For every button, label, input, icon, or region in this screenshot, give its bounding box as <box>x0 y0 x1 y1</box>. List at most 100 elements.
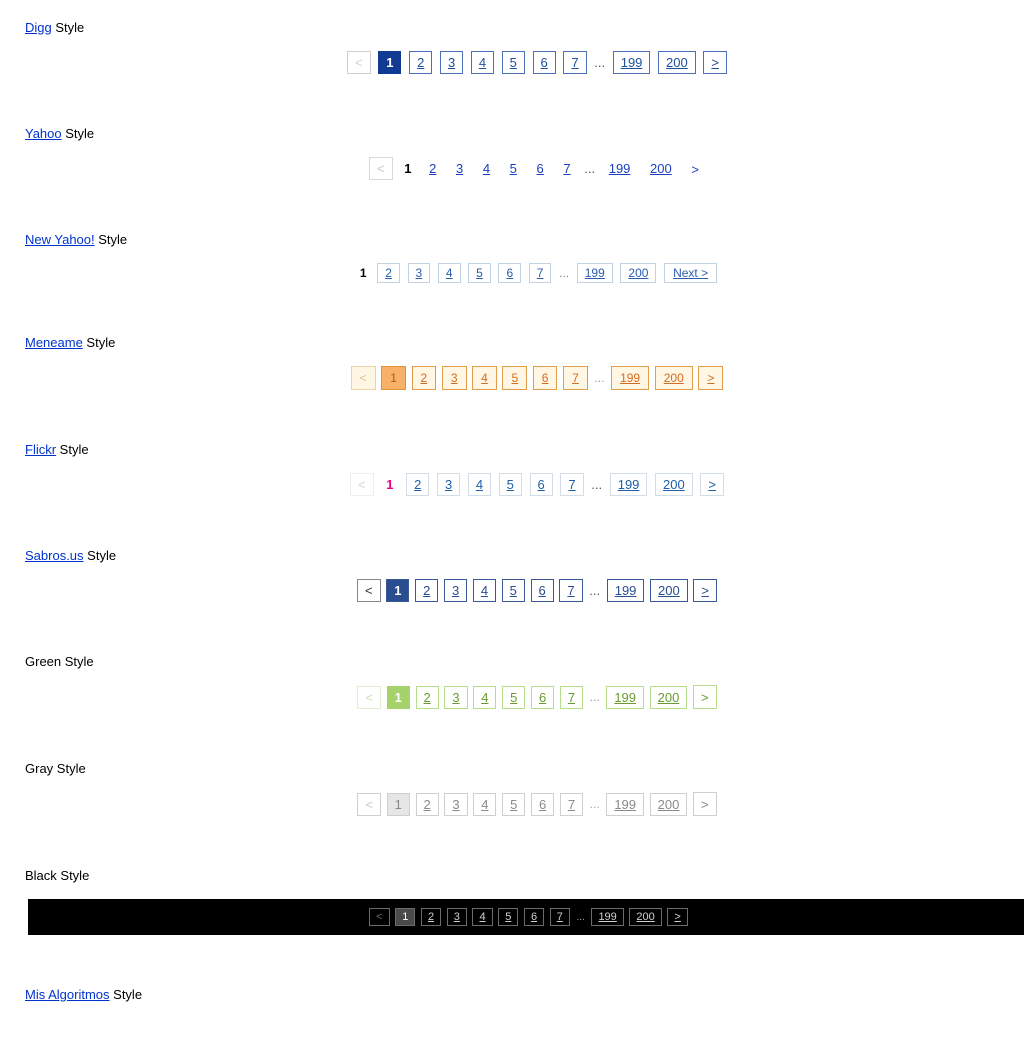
section-digg: Digg Style < 1 2 3 4 5 6 7 ... 199 200 > <box>25 20 1024 74</box>
page-link[interactable]: 3 <box>444 793 467 816</box>
page-link[interactable]: 4 <box>438 263 461 283</box>
brand-link-meneame[interactable]: Meneame <box>25 335 83 350</box>
page-link[interactable]: 199 <box>607 579 645 602</box>
page-link[interactable]: 5 <box>502 686 525 709</box>
page-link[interactable]: 7 <box>563 51 586 74</box>
brand-link-flickr[interactable]: Flickr <box>25 442 56 457</box>
page-link[interactable]: 7 <box>563 366 588 390</box>
page-link[interactable]: 2 <box>377 263 400 283</box>
next-link[interactable]: > <box>685 157 705 179</box>
pagination-green: < 1 2 3 4 5 6 7 ... 199 200 > <box>25 685 1024 709</box>
next-link[interactable]: > <box>700 473 724 496</box>
section-mis: Mis Algoritmos Style <box>25 987 1024 1002</box>
page-link[interactable]: 7 <box>550 908 570 926</box>
page-link[interactable]: 5 <box>502 793 525 816</box>
page-link[interactable]: 199 <box>603 158 637 179</box>
page-link[interactable]: 7 <box>557 158 576 179</box>
pagination-ellipsis: ... <box>587 583 602 598</box>
page-link[interactable]: 4 <box>477 158 496 179</box>
next-link[interactable]: > <box>667 908 687 926</box>
page-link[interactable]: 6 <box>531 158 550 179</box>
page-link[interactable]: 2 <box>406 473 429 496</box>
page-link[interactable]: 199 <box>611 366 649 390</box>
page-link[interactable]: 5 <box>502 51 525 74</box>
page-link[interactable]: 4 <box>471 51 494 74</box>
page-link[interactable]: 4 <box>468 473 491 496</box>
next-link[interactable]: > <box>693 792 717 816</box>
next-link[interactable]: > <box>693 685 717 709</box>
brand-link-mis[interactable]: Mis Algoritmos <box>25 987 110 1002</box>
page-link[interactable]: 200 <box>629 908 661 926</box>
page-link[interactable]: 200 <box>650 579 688 602</box>
page-link[interactable]: 4 <box>473 579 496 602</box>
page-link[interactable]: 200 <box>620 263 656 283</box>
page-link[interactable]: 6 <box>533 51 556 74</box>
page-link[interactable]: 7 <box>560 473 583 496</box>
page-link[interactable]: 3 <box>408 263 431 283</box>
page-link[interactable]: 6 <box>531 579 554 602</box>
page-link[interactable]: 199 <box>577 263 613 283</box>
brand-link-sabros[interactable]: Sabros.us <box>25 548 84 563</box>
page-link[interactable]: 2 <box>409 51 432 74</box>
page-link[interactable]: 3 <box>444 686 467 709</box>
section-flickr: Flickr Style < 1 2 3 4 5 6 7 ... 199 200… <box>25 442 1024 496</box>
page-link[interactable]: 200 <box>655 473 693 496</box>
page-link[interactable]: 7 <box>560 793 583 816</box>
prev-disabled: < <box>369 157 393 180</box>
page-link[interactable]: 6 <box>530 473 553 496</box>
page-link[interactable]: 4 <box>473 793 496 816</box>
page-link[interactable]: 7 <box>559 579 582 602</box>
page-link[interactable]: 4 <box>473 686 496 709</box>
page-link[interactable]: 2 <box>412 366 437 390</box>
page-link[interactable]: 4 <box>472 366 497 390</box>
page-link[interactable]: 3 <box>437 473 460 496</box>
prev-disabled: < <box>357 793 381 816</box>
page-link[interactable]: 5 <box>499 473 522 496</box>
page-link[interactable]: 199 <box>606 686 644 709</box>
next-link[interactable]: > <box>698 366 723 390</box>
page-link[interactable]: 6 <box>498 263 521 283</box>
page-link[interactable]: 2 <box>416 793 439 816</box>
brand-link-nyahoo[interactable]: New Yahoo! <box>25 232 95 247</box>
pagination-ellipsis: ... <box>592 371 606 385</box>
page-link[interactable]: 199 <box>610 473 648 496</box>
page-link[interactable]: 200 <box>650 793 688 816</box>
page-link[interactable]: 6 <box>533 366 558 390</box>
next-link[interactable]: > <box>703 51 727 74</box>
page-current: 1 <box>386 579 409 602</box>
page-link[interactable]: 3 <box>440 51 463 74</box>
page-link[interactable]: 5 <box>502 366 527 390</box>
page-link[interactable]: 7 <box>529 263 552 283</box>
page-link[interactable]: 200 <box>650 686 688 709</box>
next-link[interactable]: > <box>693 579 717 602</box>
page-link[interactable]: 200 <box>658 51 696 74</box>
page-link[interactable]: 3 <box>447 908 467 926</box>
page-link[interactable]: 5 <box>504 158 523 179</box>
page-link[interactable]: 200 <box>655 366 693 390</box>
page-link[interactable]: 199 <box>606 793 644 816</box>
page-link[interactable]: 199 <box>613 51 651 74</box>
page-link[interactable]: 2 <box>416 686 439 709</box>
section-title: Flickr Style <box>25 442 1024 457</box>
page-link[interactable]: 3 <box>444 579 467 602</box>
page-link[interactable]: 2 <box>415 579 438 602</box>
page-link[interactable]: 3 <box>442 366 467 390</box>
page-link[interactable]: 2 <box>421 908 441 926</box>
page-link[interactable]: 5 <box>498 908 518 926</box>
page-link[interactable]: 3 <box>450 158 469 179</box>
page-link[interactable]: 200 <box>644 158 678 179</box>
page-link[interactable]: 6 <box>524 908 544 926</box>
page-link[interactable]: 199 <box>591 908 623 926</box>
page-link[interactable]: 5 <box>502 579 525 602</box>
page-link[interactable]: 6 <box>531 686 554 709</box>
page-link[interactable]: 6 <box>531 793 554 816</box>
page-link[interactable]: 5 <box>468 263 491 283</box>
brand-link-digg[interactable]: Digg <box>25 20 52 35</box>
brand-link-yahoo[interactable]: Yahoo <box>25 126 62 141</box>
next-link[interactable]: Next > <box>664 263 717 283</box>
page-link[interactable]: 2 <box>423 158 442 179</box>
suffix: Style <box>83 335 116 350</box>
pagination-meneame: < 1 2 3 4 5 6 7 ... 199 200 > <box>25 366 1024 390</box>
page-link[interactable]: 4 <box>472 908 492 926</box>
page-link[interactable]: 7 <box>560 686 583 709</box>
